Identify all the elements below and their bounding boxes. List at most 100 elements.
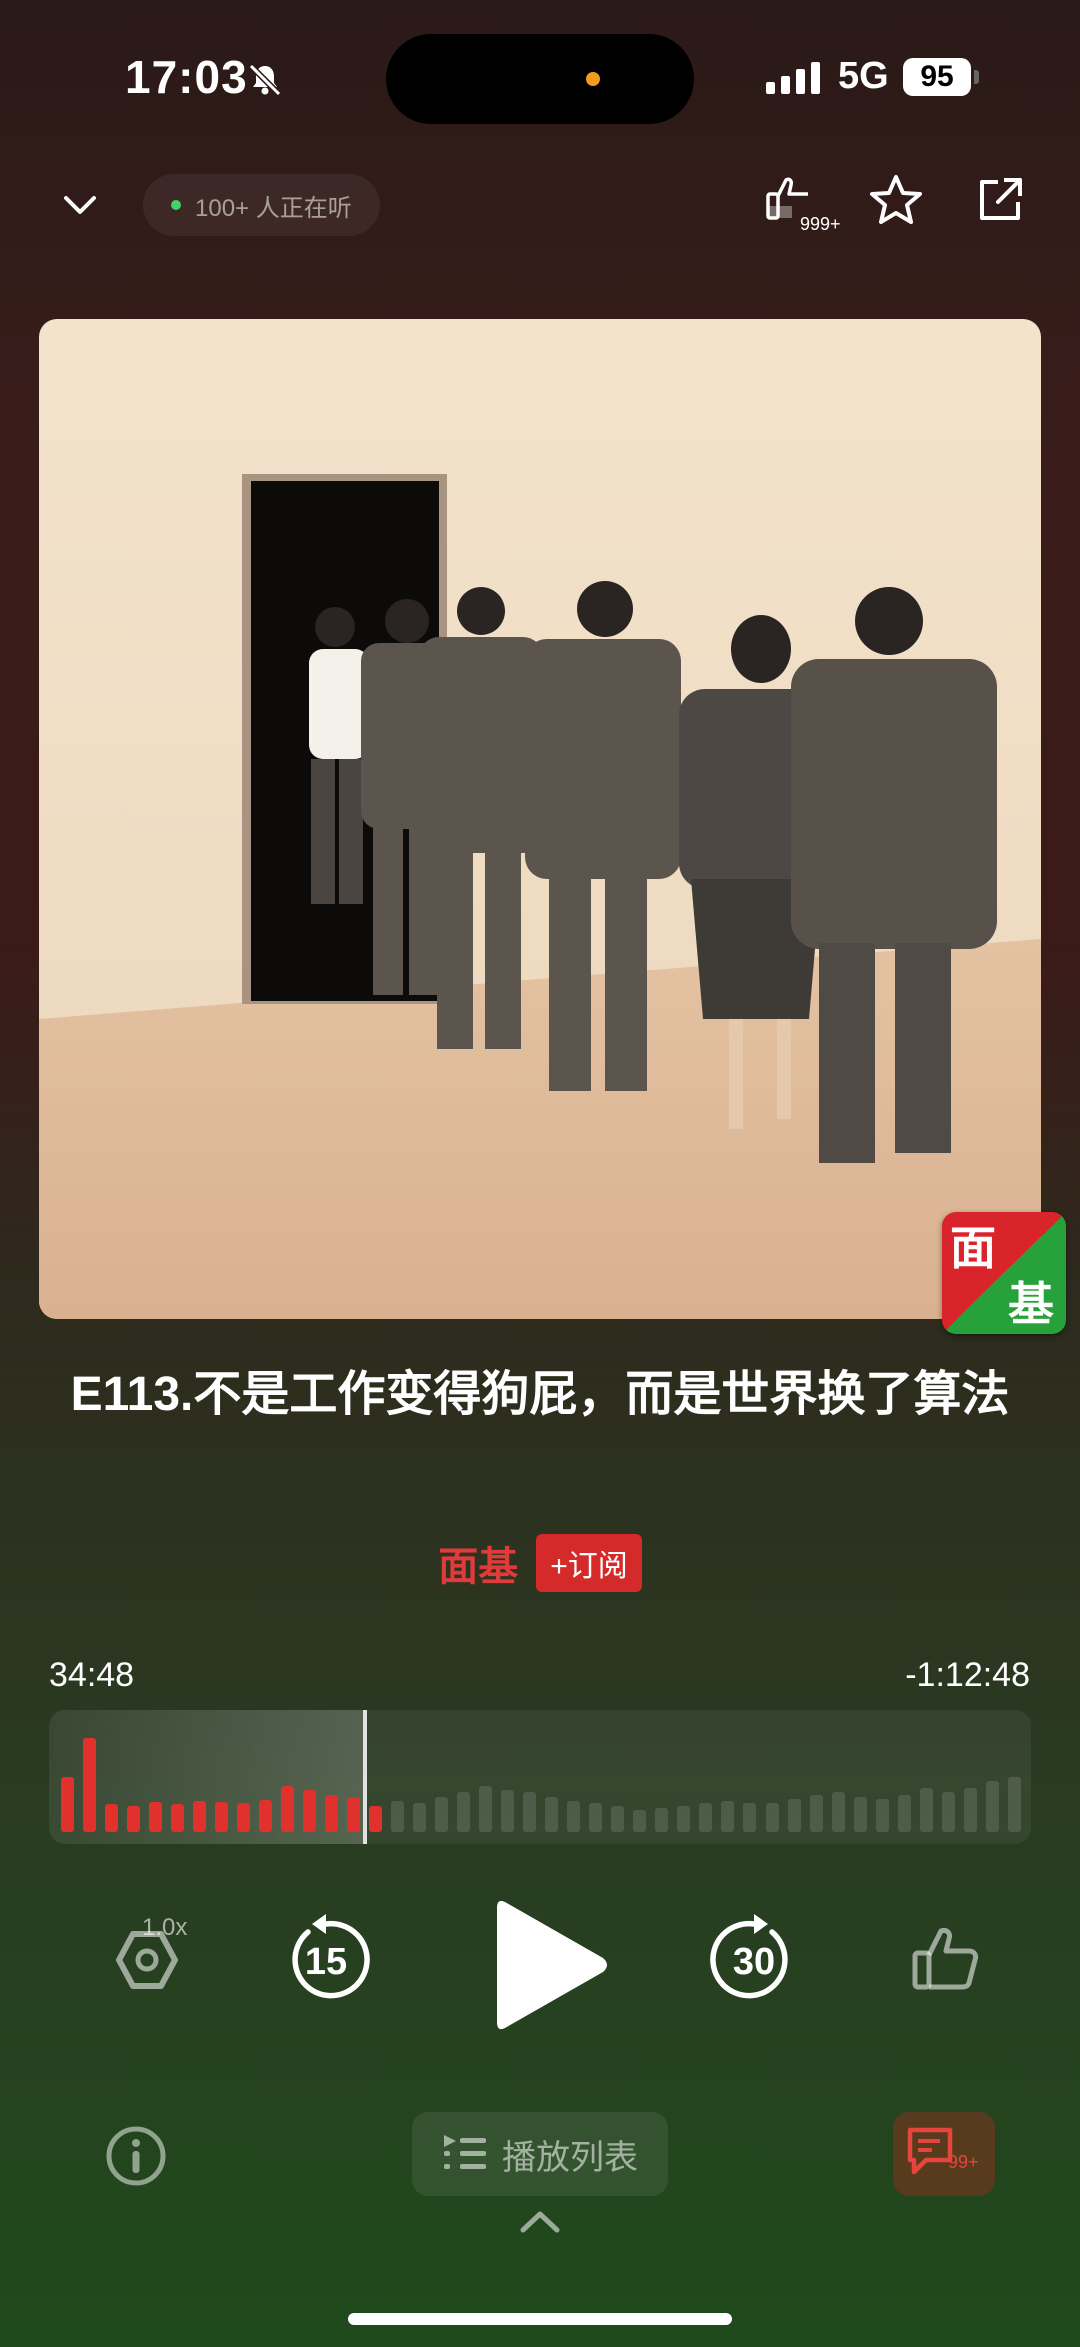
rewind-15-icon: 15: [292, 1914, 370, 1999]
battery-cap: [974, 70, 979, 84]
waveform-bar: [259, 1800, 273, 1832]
waveform-bar: [677, 1806, 691, 1832]
author-name[interactable]: 面基: [438, 1534, 518, 1592]
listeners-pill: 100+ 人正在听: [143, 174, 380, 236]
waveform-bar: [193, 1801, 207, 1832]
waveform-bar: [633, 1810, 647, 1832]
waveform-bar: [127, 1806, 141, 1832]
waveform-bar: [919, 1788, 933, 1832]
playback-controls: 1.0x 15 30: [0, 1880, 1080, 2050]
waveform-bar: [831, 1792, 845, 1832]
elapsed-time: 34:48: [49, 1656, 135, 1694]
waveform-bar: [589, 1803, 603, 1832]
info-icon: [106, 2126, 166, 2186]
chevron-down-icon: [64, 196, 96, 214]
waveform-bar: [567, 1801, 581, 1832]
waveform-bar: [897, 1795, 911, 1832]
episode-title: E113.不是工作变得狗屁，而是世界换了算法: [70, 1368, 1010, 1421]
waveform-bar: [391, 1801, 405, 1832]
waveform-bar: [721, 1801, 735, 1832]
waveform-bar: [985, 1781, 999, 1832]
play-button[interactable]: [480, 1890, 620, 2040]
waveform-bar: [853, 1797, 867, 1832]
waveform-bar: [941, 1792, 955, 1832]
waveform-bar: [545, 1797, 559, 1832]
collapse-button[interactable]: [50, 180, 110, 230]
thumbs-up-icon: [912, 1928, 979, 1990]
silent-bell-icon: [245, 60, 285, 105]
chevron-up-icon: [520, 2211, 560, 2233]
speed-button[interactable]: 1.0x: [96, 1910, 206, 2010]
comments-icon: 99+: [907, 2127, 979, 2175]
logo-char-2: 基: [1008, 1277, 1054, 1331]
speed-label: 1.0x: [142, 1914, 188, 1941]
forward-30-icon: 30: [710, 1914, 788, 1999]
waveform-bar: [435, 1797, 449, 1832]
waveform-bar: [875, 1799, 889, 1832]
waveform-bar: [61, 1777, 74, 1832]
waveform-bar: [523, 1792, 537, 1832]
battery-level: 95: [903, 58, 971, 96]
like-button[interactable]: [900, 1914, 990, 2004]
player-header: 100+ 人正在听 999+: [0, 170, 1080, 240]
waveform-bar: [303, 1790, 317, 1832]
rewind-seconds: 15: [305, 1941, 347, 1983]
playlist-button[interactable]: 播放列表: [412, 2112, 668, 2196]
waveform-bar: [457, 1792, 471, 1832]
waveform-bars: [61, 1722, 1021, 1832]
forward-seconds: 30: [733, 1941, 775, 1983]
comments-badge: 99+: [948, 2152, 979, 2172]
waveform-bar: [963, 1788, 977, 1832]
comments-button[interactable]: 99+: [893, 2112, 995, 2196]
waveform-bar: [215, 1802, 229, 1832]
star-icon: [870, 175, 922, 224]
waveform-bar: [325, 1795, 339, 1832]
signal-icon: [766, 62, 820, 94]
waveform-bar: [655, 1808, 669, 1832]
waveform-bar: [699, 1803, 713, 1832]
waveform-bar: [611, 1806, 625, 1832]
waveform-bar: [765, 1803, 779, 1832]
waveform-bar: [105, 1804, 119, 1832]
subscribe-button[interactable]: +订阅: [536, 1534, 642, 1592]
share-button[interactable]: [970, 170, 1030, 230]
waveform-bar: [501, 1790, 515, 1832]
status-bar: 17:03 5G 95: [0, 0, 1080, 160]
waveform-bar: [149, 1802, 163, 1832]
expand-up-button[interactable]: [515, 2200, 565, 2240]
favorite-button[interactable]: [866, 170, 926, 230]
status-time: 17:03: [125, 51, 248, 103]
recording-indicator: [586, 72, 600, 86]
waveform-bar: [809, 1795, 823, 1832]
bottom-bar: 播放列表 99+: [0, 2110, 1080, 2210]
remaining-time: -1:12:48: [905, 1656, 1030, 1694]
waveform-bar: [413, 1803, 427, 1832]
listeners-text: 100+ 人正在听: [195, 194, 352, 222]
forward-button[interactable]: 30: [704, 1900, 804, 2020]
waveform-bar: [83, 1738, 97, 1832]
waveform-bar: [1007, 1777, 1021, 1832]
waveform-bar: [479, 1786, 493, 1832]
author-row: 面基 +订阅: [0, 1534, 1080, 1592]
waveform-bar: [369, 1806, 383, 1832]
podcast-logo: 面 基: [942, 1212, 1066, 1334]
playlist-icon: [444, 2135, 486, 2169]
logo-char-1: 面: [950, 1221, 996, 1275]
waveform-bar: [237, 1803, 251, 1832]
waveform-scrubber[interactable]: [49, 1710, 1031, 1844]
waveform-bar: [743, 1803, 757, 1832]
playlist-label: 播放列表: [502, 2138, 638, 2177]
info-button[interactable]: [104, 2124, 168, 2188]
play-icon: [497, 1900, 607, 2030]
dynamic-island: [386, 34, 694, 124]
like-count-button[interactable]: 999+: [762, 170, 841, 234]
episode-cover-art: [39, 319, 1041, 1319]
share-icon: [980, 178, 1022, 220]
likes-badge: 999+: [800, 214, 841, 234]
live-dot: [171, 200, 181, 210]
network-type: 5G: [838, 55, 889, 97]
playhead[interactable]: [363, 1710, 367, 1844]
rewind-button[interactable]: 15: [276, 1900, 376, 2020]
waveform-bar: [347, 1797, 361, 1832]
home-indicator[interactable]: [348, 2313, 732, 2325]
